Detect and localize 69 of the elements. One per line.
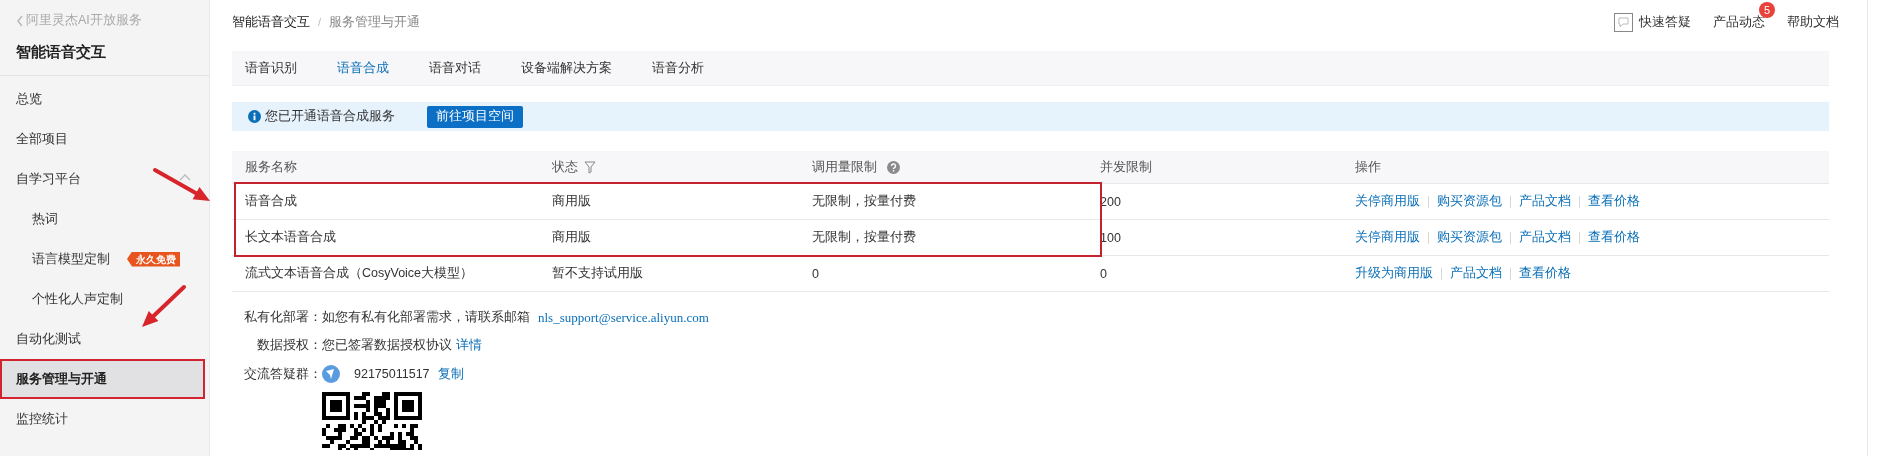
breadcrumb-separator: / <box>318 16 322 28</box>
sidebar-item[interactable]: 总览 <box>0 79 209 119</box>
sidebar-title: 智能语音交互 <box>15 43 106 62</box>
column-header: 状态 <box>552 158 578 176</box>
action-link[interactable]: 关停商用版 <box>1355 193 1420 210</box>
header-link[interactable]: 帮助文档 <box>1787 13 1839 31</box>
email-link[interactable]: nls_support@service.aliyun.com <box>538 309 709 326</box>
column-header: 并发限制 <box>1100 158 1152 176</box>
notification-badge: 5 <box>1759 1 1775 18</box>
sidebar-item[interactable]: 全部项目 <box>0 119 209 159</box>
breadcrumb-current: 服务管理与开通 <box>329 13 421 31</box>
header-link[interactable]: 快速答疑 <box>1614 12 1691 32</box>
tab[interactable]: 语音分析 <box>652 59 704 77</box>
table-cell: 无限制，按量付费 <box>812 193 916 210</box>
sidebar-item[interactable]: 个性化人声定制 <box>0 279 209 319</box>
tab[interactable]: 语音对话 <box>429 59 481 77</box>
action-link[interactable]: 查看价格 <box>1588 193 1640 210</box>
info-text: 如您有私有化部署需求，请联系邮箱 <box>322 309 530 326</box>
help-icon[interactable] <box>887 160 900 174</box>
table-cell: 0 <box>1100 266 1107 281</box>
table-cell: 0 <box>812 266 819 281</box>
field-label: 私有化部署： <box>243 309 322 326</box>
column-header: 服务名称 <box>245 158 297 176</box>
table-cell: 长文本语音合成 <box>245 229 336 246</box>
sidebar-item[interactable]: 语言模型定制 永久免费 <box>0 239 209 279</box>
info-icon <box>248 110 261 123</box>
action-link[interactable]: 升级为商用版 <box>1355 265 1433 282</box>
filter-icon[interactable] <box>584 160 596 174</box>
notice-text: 您已开通语音合成服务 <box>265 108 395 125</box>
table-cell: 暂不支持试用版 <box>552 265 643 282</box>
action-link[interactable]: 购买资源包 <box>1437 193 1502 210</box>
action-link[interactable]: 查看价格 <box>1588 229 1640 246</box>
sidebar-item[interactable]: 监控统计 <box>0 399 209 439</box>
annotation-arrow <box>153 168 210 201</box>
action-link[interactable]: 购买资源包 <box>1437 229 1502 246</box>
column-header: 操作 <box>1355 158 1381 176</box>
chevron-left-icon <box>16 14 24 27</box>
details-link[interactable]: 详情 <box>456 337 482 354</box>
annotation-arrow <box>142 285 186 327</box>
info-text: 您已签署数据授权协议 <box>322 337 452 354</box>
sidebar-item[interactable]: 自学习平台 <box>0 159 209 199</box>
table-cell: 商用版 <box>552 229 591 246</box>
action-link[interactable]: 查看价格 <box>1519 265 1571 282</box>
chevron-up-icon[interactable] <box>179 173 191 181</box>
action-link[interactable]: 产品文档 <box>1519 229 1571 246</box>
breadcrumb-link[interactable]: 智能语音交互 <box>232 13 310 31</box>
action-link[interactable]: 产品文档 <box>1519 193 1571 210</box>
copy-link[interactable]: 复制 <box>437 365 464 383</box>
table-cell: 语音合成 <box>245 193 297 210</box>
table-cell: 流式文本语音合成（CosyVoice大模型） <box>245 265 474 282</box>
sidebar-item[interactable]: 服务管理与开通 <box>0 359 205 399</box>
table-cell: 无限制，按量付费 <box>812 229 916 246</box>
project-space-button[interactable]: 前往项目空间 <box>427 105 523 128</box>
tab[interactable]: 语音识别 <box>245 59 297 77</box>
field-label: 数据授权： <box>256 337 322 354</box>
table-cell: 100 <box>1100 230 1121 245</box>
free-badge: 永久免费 <box>127 251 180 267</box>
action-link[interactable]: 关停商用版 <box>1355 229 1420 246</box>
chat-icon <box>1614 12 1633 32</box>
field-label: 交流答疑群： <box>243 365 322 383</box>
sidebar-item[interactable]: 自动化测试 <box>0 319 209 359</box>
column-header: 调用量限制 <box>812 158 877 176</box>
table-cell: 商用版 <box>552 193 591 210</box>
group-number: 92175011517 <box>354 367 430 381</box>
tab[interactable]: 语音合成 <box>337 59 389 77</box>
sidebar-item[interactable]: 热词 <box>0 199 209 239</box>
action-link[interactable]: 产品文档 <box>1450 265 1502 282</box>
tab[interactable]: 设备端解决方案 <box>521 59 612 77</box>
group-chat-icon <box>322 365 340 383</box>
